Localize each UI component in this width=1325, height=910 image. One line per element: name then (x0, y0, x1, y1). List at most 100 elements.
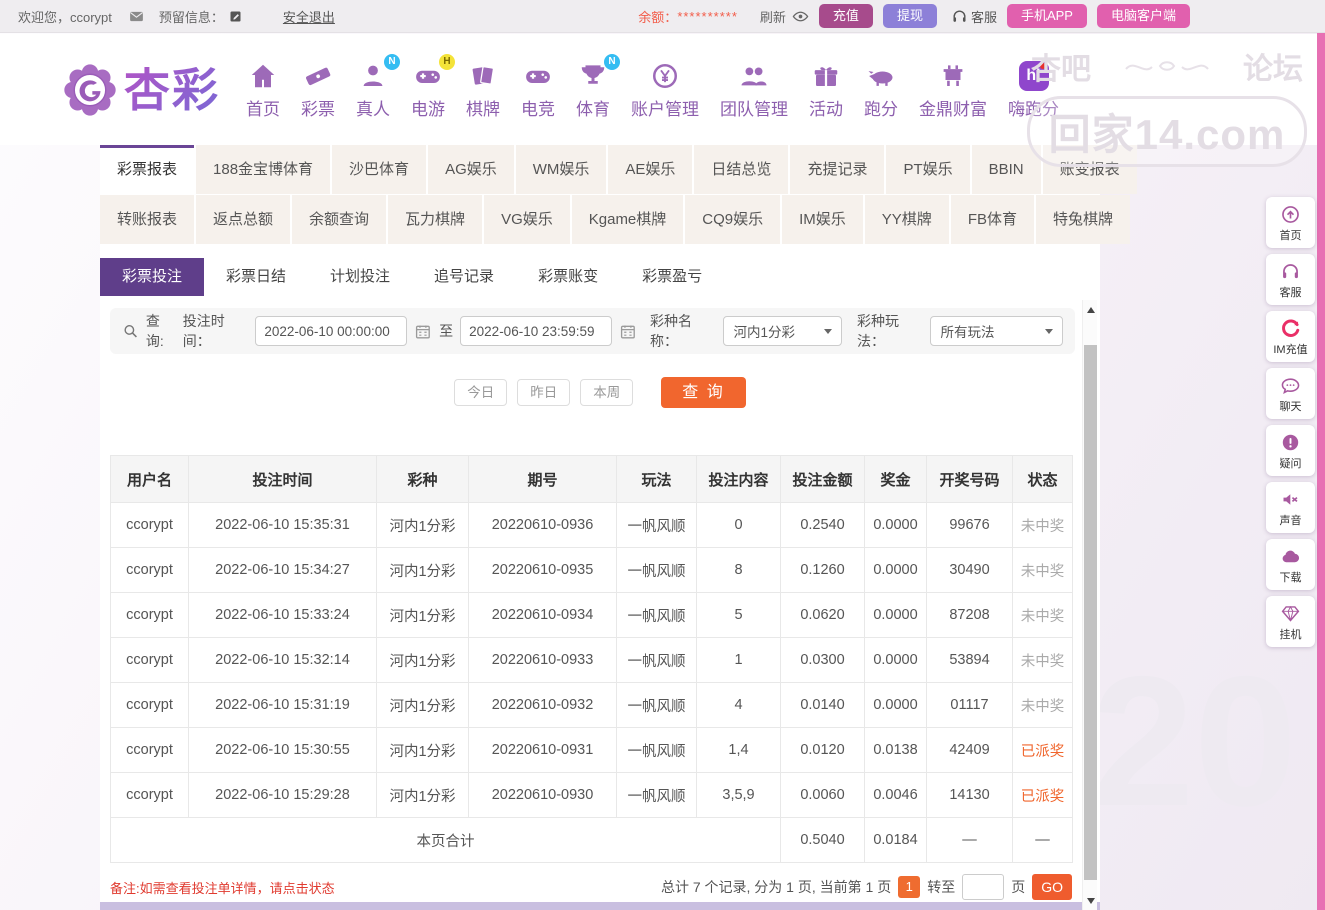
nav-item-team[interactable]: 团队管理 (720, 60, 788, 120)
cell-play: 一帆风顺 (616, 727, 697, 773)
lottery-select[interactable]: 河内1分彩 (722, 316, 842, 346)
col-header: 用户名 (110, 455, 189, 503)
tab-r1-2[interactable]: 沙巴体育 (332, 145, 427, 194)
tab-r2-1[interactable]: 返点总额 (196, 195, 291, 244)
nav-item-home[interactable]: 首页 (246, 60, 280, 120)
tab-r1-3[interactable]: AG娱乐 (428, 145, 514, 194)
side-service[interactable]: 客服 (1266, 254, 1315, 305)
calendar-icon[interactable] (414, 322, 432, 341)
side-sound[interactable]: 声音 (1266, 482, 1315, 533)
total-status-dash: — (1012, 817, 1073, 863)
col-header: 期号 (468, 455, 617, 503)
calendar-icon[interactable] (619, 322, 637, 341)
tab-r1-4[interactable]: WM娱乐 (515, 145, 607, 194)
nav-item-paofen[interactable]: 跑分 (864, 60, 898, 120)
cell-status[interactable]: 未中奖 (1012, 502, 1073, 548)
tab-r2-8[interactable]: YY棋牌 (864, 195, 949, 244)
pc-client-button[interactable]: 电脑客户端 (1096, 4, 1190, 28)
current-page-button[interactable]: 1 (898, 876, 921, 898)
nav-item-sports[interactable]: N 体育 (576, 53, 620, 120)
play-select[interactable]: 所有玩法 (929, 316, 1063, 346)
subtab-2[interactable]: 计划投注 (308, 258, 412, 296)
refresh-link[interactable]: 刷新 (760, 7, 786, 26)
nav-item-egame[interactable]: H 电游 (411, 53, 455, 120)
service-link[interactable]: 客服 (951, 7, 997, 26)
nav-item-esports[interactable]: 电竞 (521, 60, 555, 120)
tab-r1-8[interactable]: PT娱乐 (886, 145, 970, 194)
subtab-5[interactable]: 彩票盈亏 (620, 258, 724, 296)
cell-status[interactable]: 未中奖 (1012, 637, 1073, 683)
quick-button-1[interactable]: 昨日 (517, 379, 571, 406)
cell-prize: 0.0000 (864, 502, 927, 548)
tab-r1-7[interactable]: 充提记录 (790, 145, 885, 194)
logout-link[interactable]: 安全退出 (283, 7, 335, 26)
side-home[interactable]: 首页 (1266, 197, 1315, 248)
tab-r2-7[interactable]: IM娱乐 (782, 195, 863, 244)
cell-status[interactable]: 已派奖 (1012, 772, 1073, 818)
nav-item-hipaofen[interactable]: hi 嗨跑分 (1008, 60, 1059, 120)
edit-icon[interactable] (228, 9, 243, 24)
nav-item-account[interactable]: 账户管理 (631, 60, 699, 120)
tab-r2-3[interactable]: 瓦力棋牌 (388, 195, 483, 244)
logo[interactable]: 杏彩 (62, 62, 220, 118)
eye-icon[interactable] (792, 8, 809, 25)
cell-issue: 20220610-0936 (468, 502, 617, 548)
nav-item-live[interactable]: N 真人 (356, 53, 400, 120)
goto-page-input[interactable] (962, 874, 1005, 900)
tab-r2-5[interactable]: Kgame棋牌 (571, 195, 684, 244)
search-button[interactable]: 查 询 (661, 377, 746, 408)
subtab-1[interactable]: 彩票日结 (204, 258, 308, 296)
envelope-icon[interactable] (128, 8, 145, 25)
tab-r2-10[interactable]: 特兔棋牌 (1035, 195, 1130, 244)
to-label: 至 (439, 323, 454, 339)
scroll-up-arrow[interactable] (1083, 302, 1098, 317)
cell-status[interactable]: 未中奖 (1012, 682, 1073, 728)
nav-item-chess[interactable]: 棋牌 (466, 60, 500, 120)
cell-user: ccorypt (110, 637, 189, 683)
table-row: ccorypt 2022-06-10 15:30:55 河内1分彩 20220610-… (110, 727, 1073, 773)
side-question[interactable]: 疑问 (1266, 425, 1315, 476)
nav-item-jinding[interactable]: 金鼎财富 (919, 60, 987, 120)
withdraw-button[interactable]: 提现 (882, 4, 937, 28)
subtab-0[interactable]: 彩票投注 (100, 258, 205, 296)
tab-r1-10[interactable]: 账变报表 (1042, 145, 1137, 194)
pink-scrollbar-stripe[interactable] (1317, 33, 1325, 910)
nav-label: 真人 (356, 99, 390, 119)
tab-r1-0[interactable]: 彩票报表 (100, 145, 195, 194)
content-scrollbar[interactable] (1082, 300, 1097, 910)
mobile-app-button[interactable]: 手机APP (1006, 4, 1087, 28)
subtab-4[interactable]: 彩票账变 (516, 258, 620, 296)
side-hangup[interactable]: 挂机 (1266, 596, 1315, 647)
tab-r1-9[interactable]: BBIN (971, 145, 1041, 194)
cell-play: 一帆风顺 (616, 547, 697, 593)
nav-item-lottery[interactable]: 彩票 (301, 60, 335, 120)
quick-button-2[interactable]: 本周 (580, 379, 634, 406)
tab-r2-9[interactable]: FB体育 (950, 195, 1034, 244)
tab-r2-2[interactable]: 余额查询 (292, 195, 387, 244)
tab-r1-5[interactable]: AE娱乐 (608, 145, 693, 194)
tab-r1-6[interactable]: 日结总览 (694, 145, 789, 194)
cell-status[interactable]: 已派奖 (1012, 727, 1073, 773)
col-header: 投注时间 (188, 455, 377, 503)
tab-r2-4[interactable]: VG娱乐 (484, 195, 570, 244)
start-time-input[interactable] (255, 316, 408, 346)
tab-r2-6[interactable]: CQ9娱乐 (685, 195, 781, 244)
cell-status[interactable]: 未中奖 (1012, 547, 1073, 593)
badge-h: H (439, 53, 455, 70)
end-time-input[interactable] (460, 316, 613, 346)
nav-item-activity[interactable]: 活动 (809, 60, 843, 120)
scroll-down-arrow[interactable] (1083, 893, 1098, 908)
nav-label: 团队管理 (720, 99, 788, 119)
side-im-recharge[interactable]: IM充值 (1266, 311, 1315, 362)
quick-button-0[interactable]: 今日 (454, 379, 508, 406)
tab-r1-1[interactable]: 188金宝博体育 (196, 145, 331, 194)
scrollbar-thumb[interactable] (1084, 345, 1097, 880)
recharge-button[interactable]: 充值 (818, 4, 873, 28)
go-button[interactable]: GO (1032, 874, 1072, 900)
play-type-label: 彩种玩法： (856, 313, 899, 349)
subtab-3[interactable]: 追号记录 (412, 258, 516, 296)
side-chat[interactable]: 聊天 (1266, 368, 1315, 419)
side-download[interactable]: 下载 (1266, 539, 1315, 590)
tab-r2-0[interactable]: 转账报表 (100, 195, 195, 244)
cell-status[interactable]: 未中奖 (1012, 592, 1073, 638)
